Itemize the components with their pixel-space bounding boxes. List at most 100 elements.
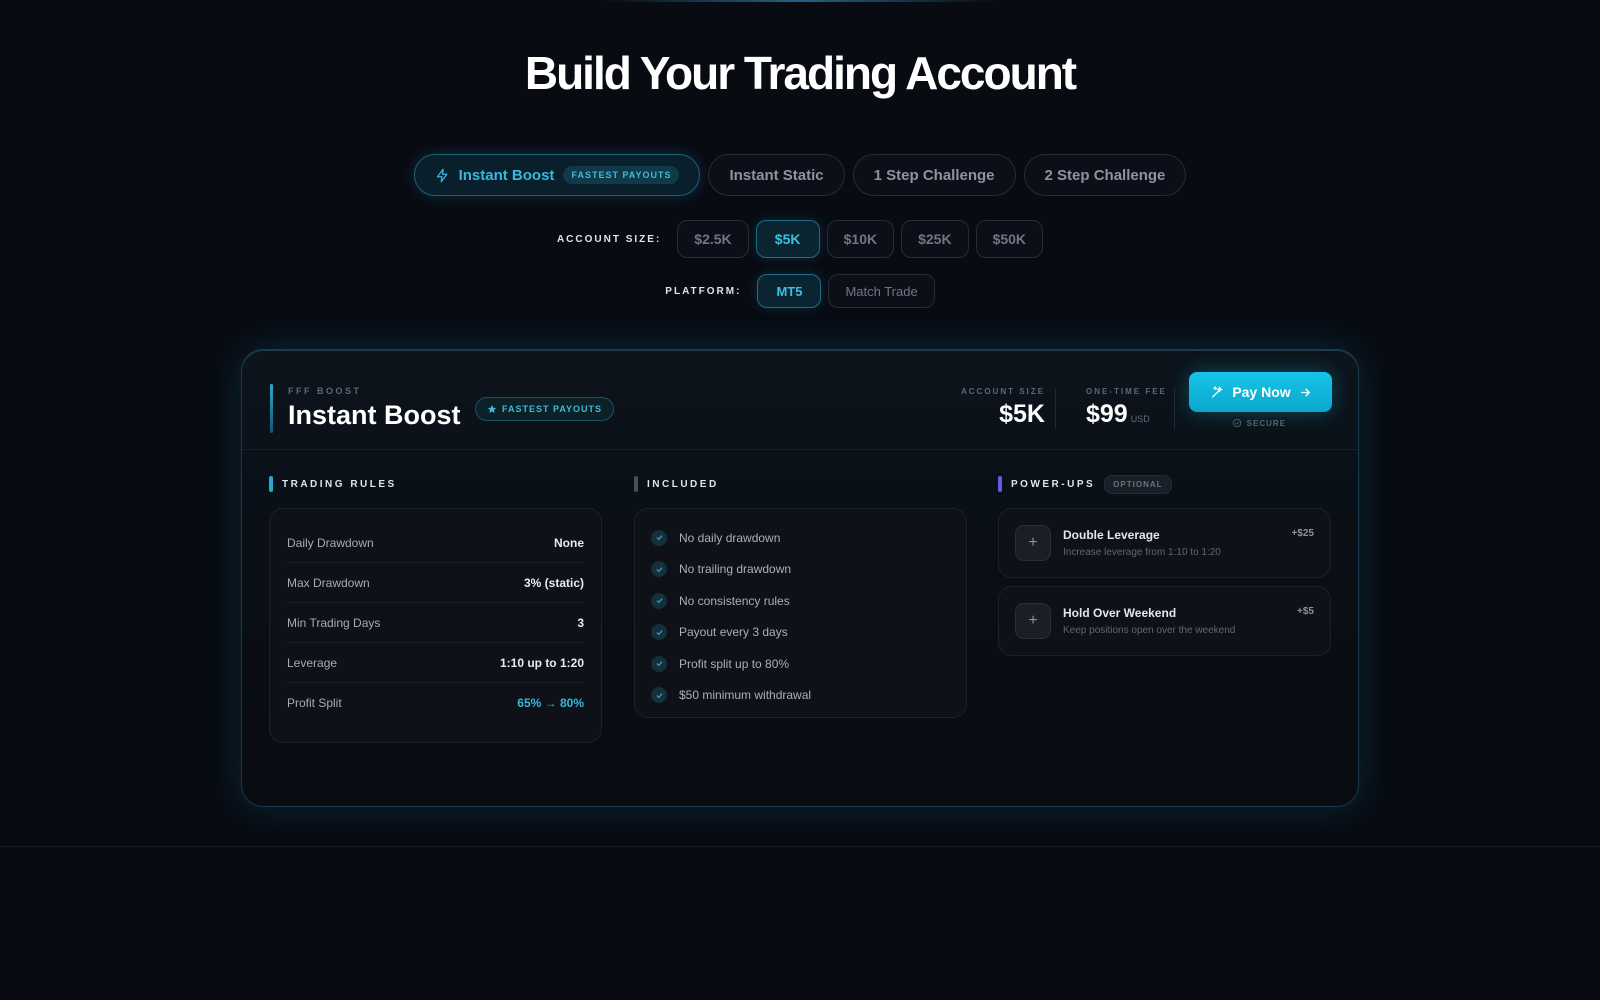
size-option-50k[interactable]: $50K xyxy=(975,220,1044,258)
included-text: No consistency rules xyxy=(679,593,790,608)
fastest-payouts-badge: FASTEST PAYOUTS xyxy=(563,166,680,184)
included-text: $50 minimum withdrawal xyxy=(679,688,812,703)
account-size-value: $5K xyxy=(999,400,1045,428)
power-up-description: Keep positions open over the weekend xyxy=(1063,625,1236,636)
card-header: FFF BOOST Instant Boost FASTEST PAYOUTS … xyxy=(270,372,1332,464)
tab-label: 2 Step Challenge xyxy=(1044,166,1166,184)
power-up-name: Double Leverage xyxy=(1063,528,1160,542)
tab-label: Instant Boost xyxy=(458,166,555,184)
one-time-fee-stat: ONE-TIME FEE $99 USD xyxy=(1086,387,1167,429)
included-section: INCLUDED No daily drawdown No trailing d… xyxy=(634,476,967,718)
fee-currency: USD xyxy=(1130,414,1150,424)
power-up-name: Hold Over Weekend xyxy=(1063,606,1177,620)
pay-now-button[interactable]: Pay Now xyxy=(1189,372,1332,412)
rule-value: 65% → 80% xyxy=(517,696,584,710)
plus-icon[interactable]: + xyxy=(1015,525,1051,561)
platform-option-match-trade[interactable]: Match Trade xyxy=(828,274,935,308)
pay-now-label: Pay Now xyxy=(1232,384,1291,400)
account-summary-card: FFF BOOST Instant Boost FASTEST PAYOUTS … xyxy=(241,349,1360,807)
star-icon xyxy=(487,404,497,413)
tab-1-step-challenge[interactable]: 1 Step Challenge xyxy=(852,154,1016,196)
check-icon xyxy=(651,655,667,672)
size-option-2-5k[interactable]: $2.5K xyxy=(677,220,749,258)
account-size-label: ACCOUNT SIZE: xyxy=(556,233,662,245)
rule-label: Daily Drawdown xyxy=(287,535,374,550)
size-option-5k[interactable]: $5K xyxy=(755,220,820,258)
top-glow-line xyxy=(600,0,1000,2)
check-icon xyxy=(651,561,667,578)
size-option-10k[interactable]: $10K xyxy=(826,220,895,258)
section-title: INCLUDED xyxy=(634,476,967,492)
account-type-tabs: Instant Boost FASTEST PAYOUTS Instant St… xyxy=(0,154,1600,196)
size-option-25k[interactable]: $25K xyxy=(901,220,969,258)
power-up-description: Increase leverage from 1:10 to 1:20 xyxy=(1063,547,1221,558)
power-up-hold-over-weekend[interactable]: + Hold Over Weekend Keep positions open … xyxy=(998,586,1331,656)
header-accent-bar xyxy=(270,384,273,433)
power-up-price: +$25 xyxy=(1291,528,1314,539)
rule-row: Leverage 1:10 up to 1:20 xyxy=(287,643,584,683)
page-title: Build Your Trading Account xyxy=(524,47,1077,99)
fee-value: $99 xyxy=(1086,400,1128,428)
check-icon xyxy=(651,529,667,546)
power-up-price: +$5 xyxy=(1297,606,1314,617)
section-title: TRADING RULES xyxy=(269,476,602,492)
tab-label: Instant Static xyxy=(729,166,824,184)
included-item: No daily drawdown xyxy=(651,522,950,554)
included-item: No consistency rules xyxy=(651,585,950,617)
secure-label: SECURE xyxy=(1246,418,1286,428)
check-icon xyxy=(651,624,667,641)
fastest-payouts-badge: FASTEST PAYOUTS xyxy=(475,397,615,421)
sparkle-icon xyxy=(1212,385,1224,397)
badge-label: FASTEST PAYOUTS xyxy=(502,404,603,414)
rule-value: 3% (static) xyxy=(523,575,584,590)
included-text: Payout every 3 days xyxy=(679,625,788,640)
power-ups-section: POWER-UPS OPTIONAL + Double Leverage Inc… xyxy=(998,474,1331,656)
included-item: Profit split up to 80% xyxy=(651,648,950,680)
section-accent-bar xyxy=(269,476,273,492)
tab-label: 1 Step Challenge xyxy=(873,166,995,184)
platform-label: PLATFORM: xyxy=(665,285,742,297)
tab-instant-static[interactable]: Instant Static xyxy=(708,154,845,196)
account-size-selector: ACCOUNT SIZE: $2.5K $5K $10K $25K $50K xyxy=(0,220,1600,258)
check-icon xyxy=(651,687,667,704)
rule-row: Daily Drawdown None xyxy=(287,523,584,563)
stat-label: ACCOUNT SIZE xyxy=(961,387,1045,396)
platform-option-mt5[interactable]: MT5 xyxy=(757,274,822,308)
plus-icon[interactable]: + xyxy=(1015,603,1051,639)
tab-instant-boost[interactable]: Instant Boost FASTEST PAYOUTS xyxy=(413,154,701,196)
rule-label: Leverage xyxy=(287,655,338,670)
rule-value: 3 xyxy=(577,615,584,630)
footer-divider xyxy=(0,846,1600,847)
power-ups-title: POWER-UPS xyxy=(1011,478,1096,490)
section-accent-bar xyxy=(998,476,1002,492)
included-text: Profit split up to 80% xyxy=(679,656,790,671)
section-accent-bar xyxy=(634,476,638,492)
header-divider xyxy=(242,449,1360,450)
trading-rules-title: TRADING RULES xyxy=(282,478,397,490)
rule-value: 1:10 up to 1:20 xyxy=(499,655,584,670)
secure-indicator: SECURE xyxy=(1232,418,1286,428)
power-up-double-leverage[interactable]: + Double Leverage Increase leverage from… xyxy=(998,508,1331,578)
trading-rules-section: TRADING RULES Daily Drawdown None Max Dra… xyxy=(269,476,602,743)
stat-divider xyxy=(1055,389,1056,429)
rule-row: Profit Split 65% → 80% xyxy=(287,683,584,723)
card-title: Instant Boost xyxy=(288,400,461,430)
rule-row: Min Trading Days 3 xyxy=(287,603,584,643)
check-icon xyxy=(651,592,667,609)
rule-row: Max Drawdown 3% (static) xyxy=(287,563,584,603)
arrow-right-icon xyxy=(1300,388,1310,396)
stat-divider xyxy=(1174,389,1175,429)
included-title: INCLUDED xyxy=(647,478,719,490)
rule-label: Profit Split xyxy=(287,696,342,710)
stat-label: ONE-TIME FEE xyxy=(1086,387,1167,396)
fee-value-row: $99 USD xyxy=(1086,400,1167,429)
tab-2-step-challenge[interactable]: 2 Step Challenge xyxy=(1023,154,1187,196)
included-panel: No daily drawdown No trailing drawdown N… xyxy=(634,508,967,718)
card-eyebrow: FFF BOOST xyxy=(288,386,362,396)
optional-badge: OPTIONAL xyxy=(1104,474,1172,494)
included-item: Payout every 3 days xyxy=(651,617,950,649)
included-text: No daily drawdown xyxy=(679,530,781,545)
rule-label: Min Trading Days xyxy=(287,615,381,630)
account-size-stat: ACCOUNT SIZE $5K xyxy=(961,387,1045,429)
platform-selector: PLATFORM: MT5 Match Trade xyxy=(0,274,1600,308)
